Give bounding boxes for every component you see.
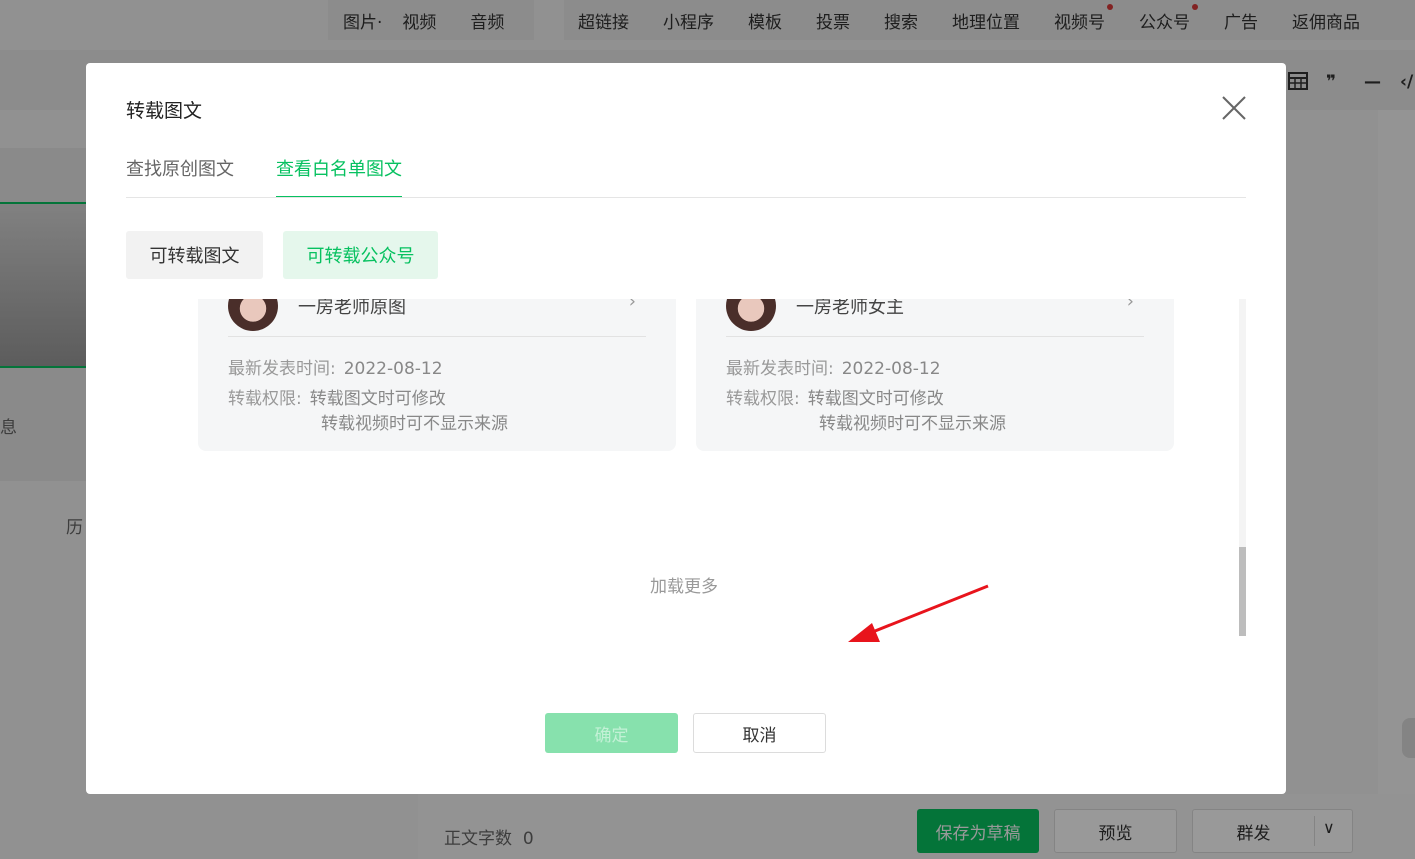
avatar <box>228 299 278 331</box>
account-name: 一房老师女主 <box>796 299 904 318</box>
avatar <box>726 299 776 331</box>
permission-row-2: 转载视频时可不显示来源 <box>321 414 508 434</box>
card-divider <box>228 336 646 337</box>
permission-row: 转载权限: 转载图文时可修改 <box>726 389 944 409</box>
scrollbar-thumb[interactable] <box>1239 547 1246 636</box>
permission-row: 转载权限: 转载图文时可修改 <box>228 389 446 409</box>
publish-time-row: 最新发表时间: 2022-08-12 <box>726 359 941 379</box>
card-divider <box>726 336 1144 337</box>
chevron-right-icon[interactable]: › <box>629 299 636 312</box>
chevron-right-icon[interactable]: › <box>1127 299 1134 312</box>
tab-whitelist-articles[interactable]: 查看白名单图文 <box>276 155 402 198</box>
account-card[interactable]: 一房老师女主 › 最新发表时间: 2022-08-12 转载权限: 转载图文时可修改… <box>696 299 1174 451</box>
repost-dialog: 转载图文 查找原创图文 查看白名单图文 可转载图文 可转载公众号 一房老师原图 … <box>86 63 1286 794</box>
subtab-repostable-articles[interactable]: 可转载图文 <box>126 231 263 279</box>
account-name: 一房老师原图 <box>298 299 406 318</box>
dialog-title: 转载图文 <box>126 100 203 122</box>
publish-time-row: 最新发表时间: 2022-08-12 <box>228 359 443 379</box>
permission-row-2: 转载视频时可不显示来源 <box>819 414 1006 434</box>
tab-divider <box>126 197 1246 198</box>
cancel-button[interactable]: 取消 <box>693 713 826 753</box>
confirm-button[interactable]: 确定 <box>545 713 678 753</box>
tab-find-original[interactable]: 查找原创图文 <box>126 155 234 198</box>
close-icon[interactable] <box>1219 93 1249 123</box>
load-more-link[interactable]: 加载更多 <box>650 572 718 597</box>
account-card[interactable]: 一房老师原图 › 最新发表时间: 2022-08-12 转载权限: 转载图文时可修改… <box>198 299 676 451</box>
annotation-arrow-icon <box>848 584 989 642</box>
subtab-repostable-accounts[interactable]: 可转载公众号 <box>283 231 438 279</box>
